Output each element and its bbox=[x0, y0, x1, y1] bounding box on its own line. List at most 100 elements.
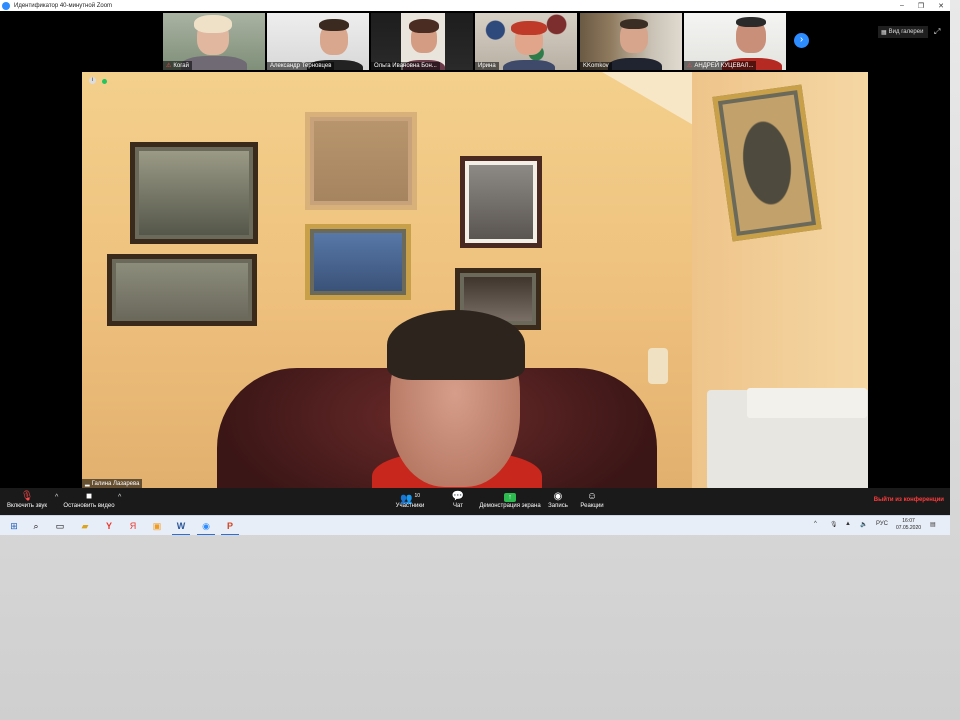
wall-picture bbox=[305, 112, 417, 210]
search-icon[interactable]: ⌕ bbox=[30, 520, 42, 532]
participant-tile[interactable]: Александр Терновцев bbox=[267, 13, 369, 70]
share-screen-label: Демонстрация экрана bbox=[479, 503, 541, 509]
zoom-logo-icon bbox=[2, 1, 10, 10]
participant-tile[interactable]: Ирина bbox=[475, 13, 577, 70]
zoom-taskbar-icon[interactable]: ◉ bbox=[197, 520, 215, 535]
meeting-toolbar: 🎙 Включить звук ^ ■ Остановить видео ^ 👥… bbox=[0, 488, 950, 515]
participant-body bbox=[608, 58, 662, 70]
chat-button[interactable]: 💬 Чат bbox=[448, 490, 468, 509]
task-view-icon[interactable]: ▭ bbox=[54, 520, 66, 532]
wall-picture bbox=[460, 156, 542, 248]
yandex-browser-icon[interactable]: Y bbox=[103, 520, 115, 532]
participants-label: Участники bbox=[395, 503, 425, 509]
participant-hair bbox=[620, 19, 648, 29]
file-explorer-icon[interactable]: ▰ bbox=[79, 520, 91, 532]
signal-icon: ▂ bbox=[85, 481, 90, 487]
chat-label: Чат bbox=[453, 503, 463, 509]
network-icon[interactable]: ▲ bbox=[845, 521, 851, 527]
lamp bbox=[648, 348, 668, 384]
clock[interactable]: 16:07 07.05.2020 bbox=[896, 518, 921, 532]
fullscreen-button[interactable]: ⤢ bbox=[934, 27, 940, 37]
microphone-tray-icon[interactable]: 🎙 bbox=[830, 521, 838, 528]
clock-date: 07.05.2020 bbox=[896, 525, 922, 531]
participants-icon: 👥 10 bbox=[399, 493, 420, 505]
word-icon[interactable]: W bbox=[172, 520, 190, 535]
participant-hair bbox=[736, 17, 766, 27]
share-screen-button[interactable]: ↑ Демонстрация экрана bbox=[478, 490, 542, 509]
participant-name-label: KKomkov bbox=[580, 62, 612, 70]
yandex-icon[interactable]: Я bbox=[127, 520, 139, 532]
windows-taskbar: ⊞ ⌕ ▭ ▰ Y Я ▣ W ◉ P ^ 🎙 ▲ 🔈 РУС 16:07 07… bbox=[0, 515, 950, 535]
share-screen-icon: ↑ bbox=[478, 490, 542, 503]
participant-name: АНДРЕЙ КУЦЕВАЛ... bbox=[694, 62, 754, 69]
stop-video-label: Остановить видео bbox=[63, 503, 115, 509]
tray-overflow-icon[interactable]: ^ bbox=[814, 521, 817, 527]
muted-microphone-icon: 🎙 bbox=[20, 491, 34, 502]
gallery-view-button[interactable]: ▦ Вид галереи bbox=[878, 26, 928, 38]
record-icon: ◉ bbox=[553, 491, 563, 502]
info-icon[interactable]: i bbox=[89, 77, 96, 84]
volume-icon[interactable]: 🔈 bbox=[860, 521, 867, 528]
powerpoint-icon[interactable]: P bbox=[221, 520, 239, 535]
active-speaker-video: i ▂ Галина Лазарева bbox=[82, 72, 868, 488]
gallery-view-label: Вид галереи bbox=[888, 29, 924, 35]
unmute-button[interactable]: 🎙 Включить звук bbox=[4, 490, 50, 509]
participant-strip: ⚠ Когай Александр Терновцев Ольга Иванов… bbox=[0, 11, 950, 72]
notifications-icon[interactable]: ▤ bbox=[930, 521, 936, 528]
muted-mic-icon: ⚠ bbox=[166, 63, 172, 69]
participant-name-label: ⚠ Когай bbox=[163, 61, 192, 70]
speaker-hair bbox=[387, 310, 525, 380]
close-button[interactable]: ✕ bbox=[938, 2, 944, 10]
participant-hair bbox=[194, 15, 232, 33]
window-title: Идентификатор 40-минутной Zoom bbox=[14, 2, 113, 9]
participant-name-label: Ирина bbox=[475, 62, 499, 70]
record-label: Запись bbox=[548, 503, 568, 509]
title-bar: Идентификатор 40-минутной Zoom – ❐ ✕ bbox=[0, 0, 950, 11]
participant-body bbox=[503, 60, 555, 70]
participant-tile[interactable]: KKomkov bbox=[580, 13, 682, 70]
grid-icon: ▦ bbox=[881, 29, 887, 36]
maximize-button[interactable]: ❐ bbox=[918, 2, 924, 10]
participant-tile[interactable]: Ольга Ивановна Бон... bbox=[371, 13, 473, 70]
reactions-label: Реакции bbox=[580, 503, 604, 509]
participant-hair bbox=[511, 21, 547, 35]
participant-name-label: ⚠ АНДРЕЙ КУЦЕВАЛ... bbox=[684, 61, 757, 70]
wall-picture bbox=[130, 142, 258, 244]
muted-mic-icon: ⚠ bbox=[687, 63, 693, 69]
participant-name: Когай bbox=[173, 62, 189, 69]
audio-options-caret-icon[interactable]: ^ bbox=[55, 494, 58, 501]
zoom-window: Идентификатор 40-минутной Zoom – ❐ ✕ ⚠ К… bbox=[0, 0, 950, 535]
participant-hair bbox=[409, 19, 439, 33]
wall-picture bbox=[107, 254, 257, 326]
video-options-caret-icon[interactable]: ^ bbox=[118, 494, 121, 501]
stop-video-button[interactable]: ■ Остановить видео bbox=[63, 490, 115, 509]
reactions-button[interactable]: ☺ Реакции bbox=[578, 490, 606, 509]
participant-tile[interactable]: ⚠ Когай bbox=[163, 13, 265, 70]
wall-picture bbox=[305, 224, 411, 300]
participants-count: 10 bbox=[414, 493, 420, 499]
speaker-name-label: ▂ Галина Лазарева bbox=[82, 479, 143, 488]
reactions-icon: ☺ bbox=[586, 491, 598, 502]
record-button[interactable]: ◉ Запись bbox=[546, 490, 570, 509]
participant-name: Ольга Ивановна Бон... bbox=[374, 63, 437, 69]
leave-meeting-button[interactable]: Выйти из конференции bbox=[874, 497, 944, 503]
input-language[interactable]: РУС bbox=[876, 521, 888, 527]
printer-top bbox=[747, 388, 867, 418]
windows-start-icon[interactable]: ⊞ bbox=[8, 520, 20, 532]
chat-bubble-icon: 💬 bbox=[451, 491, 465, 502]
participant-name-label: Александр Терновцев bbox=[267, 62, 335, 70]
unmute-label: Включить звук bbox=[6, 503, 47, 509]
next-page-button[interactable]: › bbox=[794, 33, 809, 48]
participant-name: KKomkov bbox=[583, 63, 609, 69]
minimize-button[interactable]: – bbox=[900, 2, 904, 9]
participant-name: Александр Терновцев bbox=[270, 63, 332, 69]
participant-tile[interactable]: ⚠ АНДРЕЙ КУЦЕВАЛ... bbox=[684, 13, 786, 70]
window-controls: – ❐ ✕ bbox=[900, 0, 944, 11]
outlook-icon[interactable]: ▣ bbox=[151, 520, 163, 532]
speaker-name: Галина Лазарева bbox=[91, 480, 140, 487]
participant-hair bbox=[319, 19, 349, 31]
clock-time: 16:07 bbox=[902, 518, 915, 524]
encryption-shield-icon[interactable] bbox=[102, 79, 107, 84]
participant-name-label: Ольга Ивановна Бон... bbox=[371, 62, 440, 70]
participants-button[interactable]: 👥 10 Участники bbox=[393, 490, 427, 509]
